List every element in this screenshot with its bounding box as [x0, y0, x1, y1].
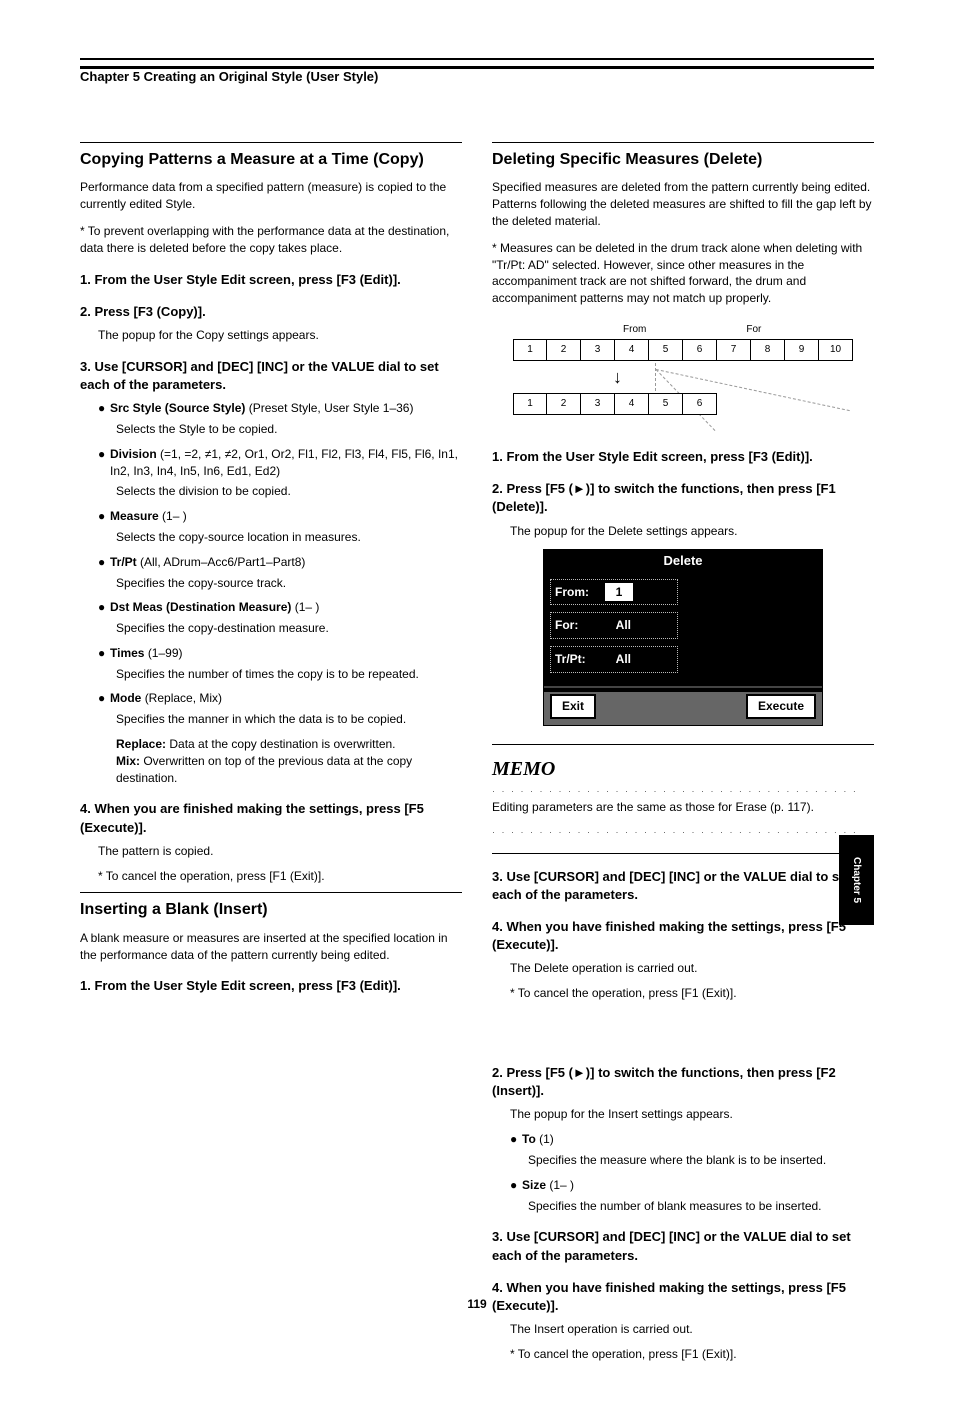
- delete-section-title: Deleting Specific Measures (Delete): [492, 149, 874, 171]
- for-value[interactable]: All: [605, 616, 633, 635]
- arrow-down-icon: ↓: [613, 365, 622, 390]
- copy-section-title: Copying Patterns a Measure at a Time (Co…: [80, 149, 462, 171]
- insert-step-3: 3. Use [CURSOR] and [DEC] [INC] or the V…: [492, 1228, 874, 1264]
- memo-text: Editing parameters are the same as those…: [492, 799, 874, 816]
- page-number: 119: [0, 1297, 954, 1311]
- copy-step-2-note: The popup for the Copy settings appears.: [98, 327, 462, 344]
- delete-step-2: 2. Press [F5 (►)] to switch the function…: [492, 480, 874, 516]
- copy-note: * To prevent overlapping with the perfor…: [80, 223, 462, 257]
- delete-note: * Measures can be deleted in the drum tr…: [492, 240, 874, 307]
- from-value[interactable]: 1: [605, 583, 633, 602]
- delete-diagram: From For 12345678910 ↓ 123456: [513, 323, 853, 428]
- copy-step-2: 2. Press [F3 (Copy)].: [80, 303, 462, 321]
- dialog-title: Delete: [544, 550, 822, 572]
- trpt-label: Tr/Pt:: [555, 651, 605, 668]
- copy-step-1: 1. From the User Style Edit screen, pres…: [80, 271, 462, 289]
- copy-step-4: 4. When you are finished making the sett…: [80, 800, 462, 836]
- copy-intro: Performance data from a specified patter…: [80, 179, 462, 213]
- chapter-tab: Chapter 5: [839, 835, 874, 925]
- delete-step-4: 4. When you have finished making the set…: [492, 918, 874, 954]
- for-label: For:: [555, 617, 605, 634]
- insert-step-2: 2. Press [F5 (►)] to switch the function…: [492, 1064, 874, 1100]
- delete-step-1: 1. From the User Style Edit screen, pres…: [492, 448, 874, 466]
- from-label: From:: [555, 584, 605, 601]
- copy-step-3: 3. Use [CURSOR] and [DEC] [INC] or the V…: [80, 358, 462, 394]
- left-column: Copying Patterns a Measure at a Time (Co…: [80, 134, 462, 1371]
- trpt-value[interactable]: All: [605, 650, 633, 669]
- insert-step-1: 1. From the User Style Edit screen, pres…: [80, 977, 462, 995]
- delete-dialog: Delete From: 1 For: All: [543, 549, 823, 725]
- execute-button[interactable]: Execute: [746, 694, 816, 719]
- exit-button[interactable]: Exit: [550, 694, 596, 719]
- delete-intro: Specified measures are deleted from the …: [492, 179, 874, 229]
- delete-step-3: 3. Use [CURSOR] and [DEC] [INC] or the V…: [492, 868, 874, 904]
- memo-heading: MEMO: [492, 755, 874, 783]
- insert-section-title: Inserting a Blank (Insert): [80, 899, 462, 921]
- insert-intro: A blank measure or measures are inserted…: [80, 930, 462, 964]
- chapter-header: Chapter 5 Creating an Original Style (Us…: [80, 66, 874, 84]
- right-column: Deleting Specific Measures (Delete) Spec…: [492, 134, 874, 1371]
